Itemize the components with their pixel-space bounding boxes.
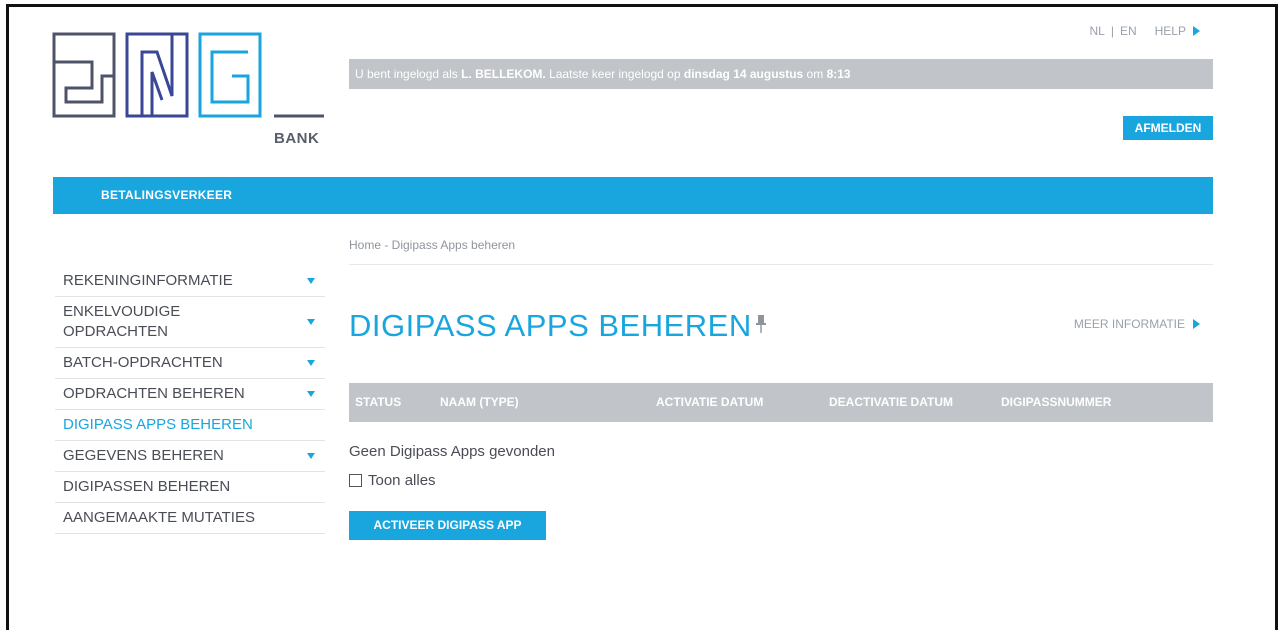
breadcrumb[interactable]: Home - Digipass Apps beheren (349, 238, 515, 252)
sidebar-item[interactable]: ENKELVOUDIGE OPDRACHTEN (55, 297, 325, 348)
sidebar-item-label: DIGIPASS APPS BEHEREN (63, 416, 253, 433)
help-label: HELP (1154, 24, 1186, 38)
sidebar-item-label: OPDRACHTEN BEHEREN (63, 385, 245, 402)
show-all-label[interactable]: Toon alles (368, 472, 436, 489)
chevron-down-icon[interactable] (307, 391, 315, 397)
col-header-activation-date[interactable]: ACTIVATIE DATUM (656, 383, 763, 422)
sidebar-item[interactable]: REKENINGINFORMATIE (55, 266, 325, 297)
chevron-down-icon[interactable] (307, 360, 315, 366)
sidebar-item-label: DIGIPASSEN BEHEREN (63, 478, 231, 495)
logout-button[interactable]: AFMELDEN (1123, 116, 1213, 140)
sidebar-item-label: BATCH-OPDRACHTEN (63, 354, 223, 371)
page-title: DIGIPASS APPS BEHEREN (349, 308, 766, 344)
lang-en-link[interactable]: EN (1120, 24, 1137, 38)
chevron-down-icon[interactable] (307, 453, 315, 459)
col-header-name[interactable]: NAAM (TYPE) (440, 383, 519, 422)
login-time-prefix: om (803, 67, 827, 81)
login-middle: Laatste keer ingelogd op (545, 67, 684, 81)
top-navigation: NL | EN HELP (1090, 24, 1200, 38)
sidebar-item-label: ENKELVOUDIGE OPDRACHTEN (63, 303, 181, 340)
play-arrow-icon (1193, 26, 1200, 36)
lang-nl-link[interactable]: NL (1090, 24, 1105, 38)
sidebar-item[interactable]: BATCH-OPDRACHTEN (55, 348, 325, 379)
col-header-deactivation-date[interactable]: DEACTIVATIE DATUM (829, 383, 953, 422)
pin-icon[interactable] (755, 314, 766, 334)
main-navigation-bar: BETALINGSVERKEER (53, 177, 1213, 214)
activate-digipass-app-button[interactable]: ACTIVEER DIGIPASS APP (349, 511, 546, 540)
sidebar-menu: REKENINGINFORMATIE ENKELVOUDIGE OPDRACHTE… (55, 266, 325, 534)
sidebar-item[interactable]: AANGEMAAKTE MUTATIES (55, 503, 325, 534)
chevron-down-icon[interactable] (307, 278, 315, 284)
login-date: dinsdag 14 augustus (683, 67, 804, 81)
col-header-status[interactable]: STATUS (355, 383, 401, 422)
col-header-digipass-number[interactable]: DIGIPASSNUMMER (1001, 383, 1111, 422)
sidebar-item[interactable]: DIGIPASSEN BEHEREN (55, 472, 325, 503)
logo-bank-label: BANK (274, 130, 320, 147)
help-link[interactable]: HELP (1155, 24, 1200, 38)
breadcrumb-divider (349, 264, 1213, 265)
sidebar-item-label: AANGEMAAKTE MUTATIES (63, 509, 255, 526)
table-header: STATUS NAAM (TYPE) ACTIVATIE DATUM DEACT… (349, 383, 1213, 422)
play-arrow-icon (1193, 319, 1200, 329)
login-prefix: U bent ingelogd als (355, 67, 462, 81)
sidebar-item[interactable]: OPDRACHTEN BEHEREN (55, 379, 325, 410)
lang-separator: | (1110, 24, 1114, 38)
nav-item-betalingsverkeer[interactable]: BETALINGSVERKEER (101, 177, 232, 214)
sidebar-item[interactable]: GEGEVENS BEHEREN (55, 441, 325, 472)
empty-message: Geen Digipass Apps gevonden (349, 443, 555, 460)
sidebar-item-label: REKENINGINFORMATIE (63, 272, 233, 289)
show-all-checkbox[interactable] (349, 474, 362, 487)
sidebar-item-label: GEGEVENS BEHEREN (63, 447, 224, 464)
page-title-text: DIGIPASS APPS BEHEREN (349, 308, 752, 343)
login-user: L. BELLEKOM. (461, 67, 546, 81)
chevron-down-icon[interactable] (307, 319, 315, 325)
more-info-label: MEER INFORMATIE (1073, 317, 1185, 331)
sidebar-item[interactable]: DIGIPASS APPS BEHEREN (55, 410, 325, 441)
show-all-option[interactable]: Toon alles (349, 472, 436, 489)
login-info-bar: U bent ingelogd als L. BELLEKOM. Laatste… (349, 59, 1213, 89)
login-time: 8:13 (826, 67, 851, 81)
more-info-link[interactable]: MEER INFORMATIE (1074, 317, 1200, 331)
